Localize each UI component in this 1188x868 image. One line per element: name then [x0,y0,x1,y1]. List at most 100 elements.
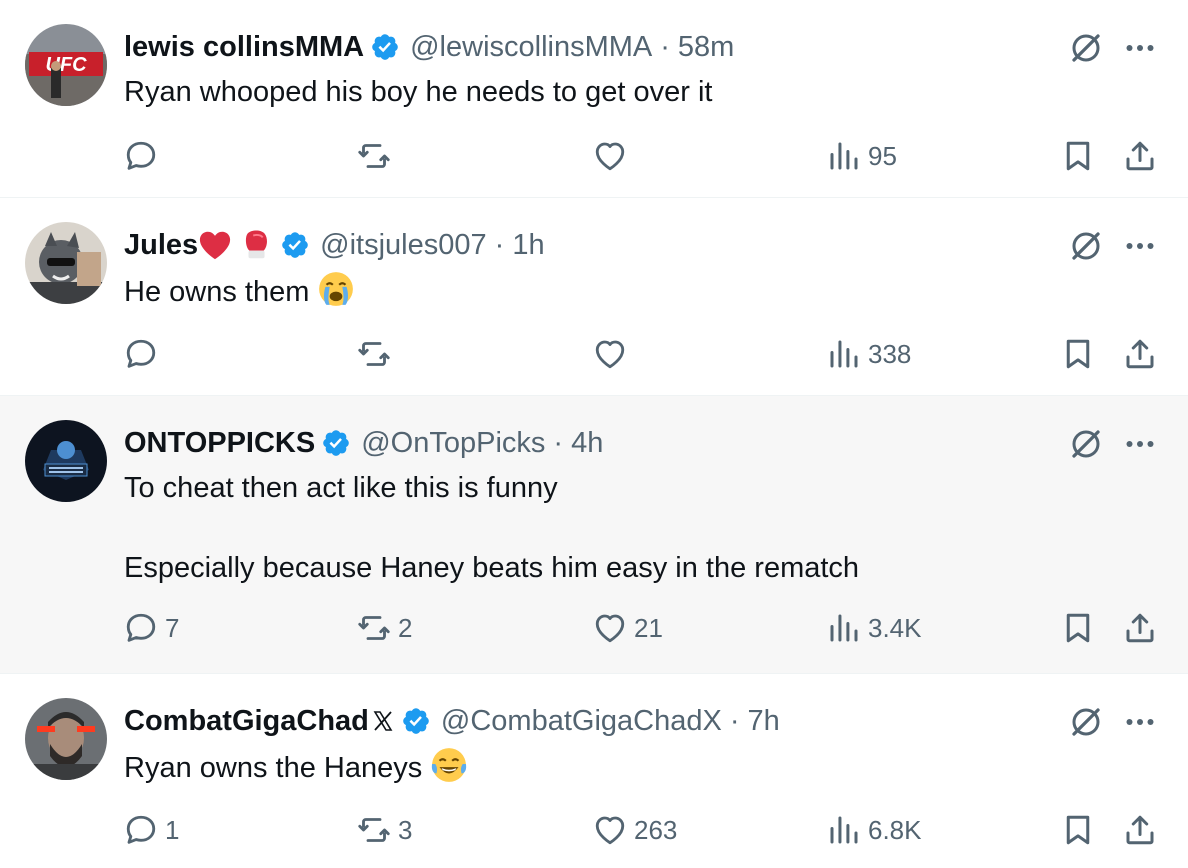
retweet-icon [356,610,392,646]
timestamp[interactable]: 4h [571,424,603,462]
bookmark-icon [1060,812,1096,848]
more-icon[interactable] [1120,228,1160,264]
views-icon [826,610,862,646]
reply-feed: UFC lewis collinsMMA @lewiscollinsMMA · … [0,0,1188,868]
action-bar: 95 [0,136,1188,176]
views-icon [826,138,862,174]
like-icon [592,812,628,848]
share-button[interactable] [1122,136,1158,176]
separator-dot: · [660,31,670,63]
more-icon[interactable] [1120,30,1160,66]
avatar[interactable] [25,222,107,304]
timestamp[interactable]: 1h [512,226,544,264]
like-button[interactable]: 263 [592,810,677,850]
tweet[interactable]: ONTOPPICKS @OnTopPicks · 4h To cheat the… [0,396,1188,674]
display-name[interactable]: lewis collinsMMA [124,28,364,66]
retweet-count: 2 [398,612,413,643]
share-button[interactable] [1122,608,1158,648]
separator-dot: · [729,705,740,737]
avatar[interactable] [25,420,107,502]
retweet-button[interactable]: 2 [356,608,412,648]
display-name[interactable]: CombatGigaChad [124,702,369,740]
views-button[interactable]: 338 [826,334,911,374]
views-icon [826,812,862,848]
retweet-button[interactable] [356,136,398,176]
verified-badge-icon [321,428,351,458]
grok-icon[interactable] [1068,426,1104,462]
like-button[interactable] [592,136,634,176]
loudly-crying-face-emoji [317,270,355,308]
separator-dot: · [553,427,564,459]
reply-button[interactable]: 7 [123,608,179,648]
bookmark-button[interactable] [1060,334,1096,374]
tweet[interactable]: UFC lewis collinsMMA @lewiscollinsMMA · … [0,0,1188,198]
boxing-glove-emoji [240,228,274,262]
verified-badge-icon [370,32,400,62]
bookmark-button[interactable] [1060,608,1096,648]
tweet-text: To cheat then act like this is funny Esp… [124,472,860,584]
retweet-button[interactable]: 3 [356,810,412,850]
views-button[interactable]: 3.4K [826,608,922,648]
bookmark-icon [1060,610,1096,646]
grok-icon[interactable] [1068,30,1104,66]
retweet-button[interactable] [356,334,398,374]
separator-dot: · [494,229,505,261]
views-button[interactable]: 95 [826,136,897,176]
view-count: 338 [868,338,912,369]
bookmark-icon [1060,138,1096,174]
bookmark-button[interactable] [1060,810,1096,850]
views-icon [826,336,862,372]
tweet-text: Ryan whooped his boy he needs to get ove… [124,76,713,108]
display-name[interactable]: ONTOPPICKS [124,424,315,462]
reply-count: 1 [165,814,180,845]
reply-count: 7 [165,612,180,643]
share-icon [1122,336,1158,372]
user-handle[interactable]: @OnTopPicks [361,424,545,462]
reply-icon [123,812,159,848]
more-icon[interactable] [1120,704,1160,740]
red-heart-emoji [198,228,232,262]
like-icon [592,138,628,174]
view-count: 6.8K [868,814,922,845]
verified-badge-icon [401,706,431,736]
view-count: 3.4K [868,612,922,643]
reply-button[interactable] [123,136,165,176]
like-button[interactable] [592,334,634,374]
verified-badge-icon [280,230,310,260]
reply-button[interactable] [123,334,165,374]
reply-icon [123,610,159,646]
user-handle[interactable]: @CombatGigaChadX [441,702,722,740]
share-button[interactable] [1122,334,1158,374]
like-button[interactable]: 21 [592,608,663,648]
action-bar: 1 3 263 6.8K [0,810,1188,850]
action-bar: 7 2 21 3.4K [0,608,1188,648]
tweet[interactable]: Jules @itsjules007 · 1h He owns them 338 [0,198,1188,396]
view-count: 95 [868,140,897,171]
x-logo-icon [373,711,393,731]
reply-icon [123,336,159,372]
tears-of-joy-emoji [430,746,468,784]
timestamp[interactable]: 58m [678,28,734,66]
tweet[interactable]: CombatGigaChad @CombatGigaChadX · 7h Rya… [0,674,1188,868]
timestamp[interactable]: 7h [748,702,780,740]
share-button[interactable] [1122,810,1158,850]
bookmark-icon [1060,336,1096,372]
bookmark-button[interactable] [1060,136,1096,176]
views-button[interactable]: 6.8K [826,810,922,850]
avatar[interactable]: UFC [25,24,107,106]
like-count: 21 [634,612,663,643]
reply-button[interactable]: 1 [123,810,179,850]
action-bar: 338 [0,334,1188,374]
tweet-text: He owns them [124,276,310,308]
user-handle[interactable]: @itsjules007 [320,226,486,264]
more-icon[interactable] [1120,426,1160,462]
share-icon [1122,812,1158,848]
grok-icon[interactable] [1068,228,1104,264]
share-icon [1122,610,1158,646]
tweet-text: Ryan owns the Haneys [124,752,423,784]
avatar[interactable] [25,698,107,780]
grok-icon[interactable] [1068,704,1104,740]
display-name[interactable]: Jules [124,226,198,264]
like-icon [592,336,628,372]
user-handle[interactable]: @lewiscollinsMMA [410,28,652,66]
